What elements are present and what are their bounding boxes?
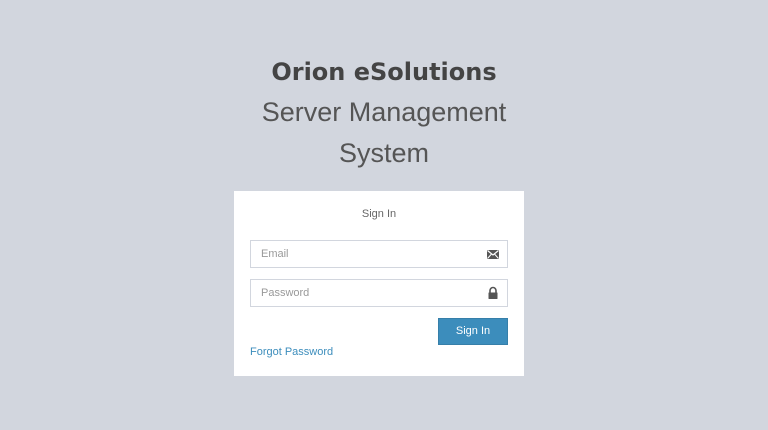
email-field	[250, 240, 508, 268]
login-box-title: Sign In	[361, 208, 397, 220]
login-box: Sign In Sign In Forgot P	[234, 191, 524, 376]
email-input[interactable]	[251, 241, 477, 267]
login-logo: Orion eSolutions Server Management Syste…	[0, 52, 768, 174]
lock-icon	[486, 286, 500, 300]
app-subtitle-line2: System	[338, 138, 430, 168]
password-input[interactable]	[251, 280, 477, 306]
forgot-password-link[interactable]: Forgot Password	[250, 346, 333, 358]
envelope-icon	[486, 247, 500, 261]
login-page: Orion eSolutions Server Management Syste…	[0, 0, 768, 430]
sign-in-button[interactable]: Sign In	[438, 318, 508, 345]
password-field	[250, 279, 508, 307]
app-title: Orion eSolutions	[271, 58, 497, 86]
app-subtitle-line1: Server Management	[261, 97, 507, 127]
